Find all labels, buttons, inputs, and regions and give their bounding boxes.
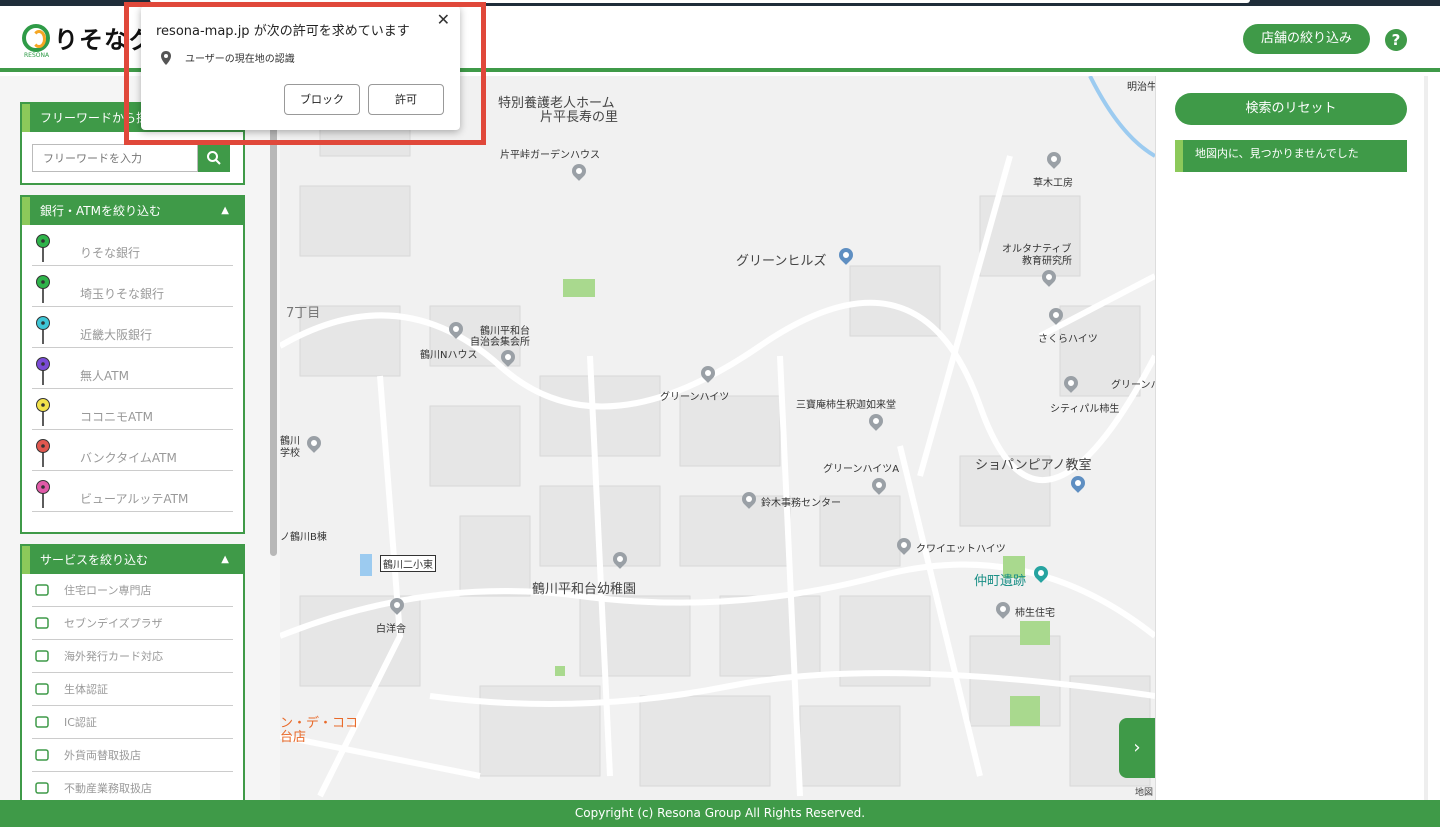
building-icon — [34, 780, 50, 796]
resona-logo-icon — [22, 23, 50, 52]
service-filter-item[interactable]: 住宅ローン専門店 — [32, 574, 233, 607]
map-label: グリーンハ — [1111, 380, 1155, 391]
map-data-credit: 地図 — [1134, 788, 1153, 798]
map-label: ノ鶴川B棟 — [280, 532, 327, 543]
map-canvas[interactable]: 特別養護老人ホーム 片平長寿の里 片平峠ガーデンハウス グリーンヒルズ 草木工房… — [280, 76, 1155, 800]
service-filter-label: 不動産業務取扱店 — [64, 782, 152, 795]
bank-filter-label: 無人ATM — [80, 368, 129, 383]
map-label: 三寶庵柿生釈迦如来堂 — [796, 400, 896, 411]
map-next-arrow-button[interactable]: › — [1119, 718, 1155, 778]
house-icon — [34, 582, 50, 598]
map-label: 白洋舎 — [376, 624, 406, 635]
bank-filter-panel: 銀行・ATMを絞り込む ▲ りそな銀行埼玉りそな銀行 近畿大阪銀行 無人ATM ココニ… — [20, 195, 245, 534]
map-pin-icon — [36, 439, 50, 467]
no-results-message: 地図内に、見つかりませんでした — [1175, 140, 1407, 172]
service-filter-label: 外貨両替取扱店 — [64, 749, 141, 762]
bank-filter-item[interactable]: 無人ATM — [32, 348, 233, 389]
results-scrollbar[interactable] — [1424, 76, 1428, 800]
highlight-frame — [124, 2, 486, 145]
map-label: さくらハイツ — [1038, 334, 1098, 345]
bank-filter-item[interactable]: ココニモATM — [32, 389, 233, 430]
bank-filter-title: 銀行・ATMを絞り込む — [40, 204, 161, 218]
map-label: 柿生住宅 — [1015, 608, 1055, 619]
map-label: グリーンハイツ — [660, 392, 730, 403]
map-streets — [280, 76, 1155, 800]
bus-stop-label[interactable]: 鶴川二小東 — [380, 555, 436, 572]
fingerprint-icon — [34, 681, 50, 697]
currency-icon — [34, 747, 50, 763]
freeword-input[interactable] — [32, 144, 198, 172]
service-filter-item[interactable]: 不動産業務取扱店 — [32, 772, 233, 800]
ic-card-icon — [34, 714, 50, 730]
bank-filter-item[interactable]: りそな銀行 — [32, 225, 233, 266]
footer: Copyright (c) Resona Group All Rights Re… — [0, 800, 1440, 827]
map-pin-icon — [36, 480, 50, 508]
map-label: 学校 — [280, 448, 300, 459]
bank-filter-item[interactable]: 埼玉りそな銀行 — [32, 266, 233, 307]
service-filter-title: サービスを絞り込む — [40, 553, 149, 567]
map-pin-icon — [36, 275, 50, 303]
service-filter-item[interactable]: 海外発行カード対応 — [32, 640, 233, 673]
service-filter-item[interactable]: IC認証 — [32, 706, 233, 739]
map-label: グリーンヒルズ — [736, 254, 827, 269]
bank-filter-label: バンクタイムATM — [80, 450, 177, 465]
bank-filter-label: ビューアルッテATM — [80, 491, 189, 506]
map-label: 7丁目 — [286, 306, 321, 321]
service-filter-label: セブンデイズプラザ — [64, 617, 163, 630]
service-filter-label: 生体認証 — [64, 683, 108, 696]
collapse-icon[interactable]: ▲ — [221, 197, 229, 225]
map-label: 自治会集会所 — [470, 337, 530, 348]
bank-filter-label: ココニモATM — [80, 409, 153, 424]
map-label: 鈴木事務センター — [761, 498, 841, 509]
service-filter-item[interactable]: セブンデイズプラザ — [32, 607, 233, 640]
bank-filter-heading[interactable]: 銀行・ATMを絞り込む ▲ — [22, 197, 243, 225]
sidebar-scroll-thumb[interactable] — [270, 86, 277, 556]
bank-filter-item[interactable]: 近畿大阪銀行 — [32, 307, 233, 348]
bank-filter-label: 埼玉りそな銀行 — [80, 286, 165, 301]
service-filter-panel: サービスを絞り込む ▲ 住宅ローン専門店 セブンデイズプラザ 海外発行カード対応 生体… — [20, 544, 245, 800]
logo-sub: RESONA — [24, 52, 50, 59]
bank-filter-item[interactable]: バンクタイムATM — [32, 430, 233, 471]
map-label: 草木工房 — [1033, 178, 1073, 189]
map-label: 鶴川Nハウス — [420, 350, 478, 361]
map-label: 片平峠ガーデンハウス — [500, 150, 600, 161]
map-pin-icon — [36, 316, 50, 344]
service-filter-label: 海外発行カード対応 — [64, 650, 163, 663]
service-filter-item[interactable]: 外貨両替取扱店 — [32, 739, 233, 772]
map-label: 片平長寿の里 — [540, 110, 619, 125]
seven-days-icon — [34, 615, 50, 631]
map-label: 台店 — [280, 730, 307, 745]
bank-filter-label: 近畿大阪銀行 — [80, 327, 153, 342]
search-reset-button[interactable]: 検索のリセット — [1175, 93, 1407, 125]
sidebar: フリーワードから探 銀行・ATMを絞り込む ▲ りそな銀行埼玉りそな銀行近畿大阪… — [0, 76, 280, 800]
card-icon — [34, 648, 50, 664]
map-pin-icon — [36, 234, 50, 262]
help-icon[interactable]: ? — [1385, 29, 1407, 51]
map-label: シティパル柿生 — [1050, 404, 1120, 415]
map-pin-icon — [36, 357, 50, 385]
map-label: 仲町遺跡 — [974, 574, 1027, 589]
service-filter-item[interactable]: 生体認証 — [32, 673, 233, 706]
service-filter-label: 住宅ローン専門店 — [64, 584, 152, 597]
service-filter-label: IC認証 — [64, 716, 97, 729]
bank-filter-item[interactable]: ビューアルッテATM — [32, 471, 233, 512]
map-label: 教育研究所 — [1022, 256, 1072, 267]
map-label: ショパンピアノ教室 — [975, 458, 1092, 473]
store-filter-button[interactable]: 店舗の絞り込み — [1242, 24, 1370, 54]
search-icon — [207, 151, 221, 165]
map-label: 鶴川平和台幼稚園 — [532, 582, 637, 597]
map-label: クワイエットハイツ — [916, 544, 1006, 555]
collapse-icon[interactable]: ▲ — [221, 546, 229, 574]
search-button[interactable] — [198, 144, 230, 172]
map-pin-icon — [36, 398, 50, 426]
bank-filter-label: りそな銀行 — [80, 245, 141, 260]
results-panel: 検索のリセット 地図内に、見つかりませんでした — [1155, 76, 1440, 800]
map-label: グリーンハイツA — [823, 464, 900, 475]
service-filter-heading[interactable]: サービスを絞り込む ▲ — [22, 546, 243, 574]
map-label: 明治牛 — [1127, 82, 1155, 93]
